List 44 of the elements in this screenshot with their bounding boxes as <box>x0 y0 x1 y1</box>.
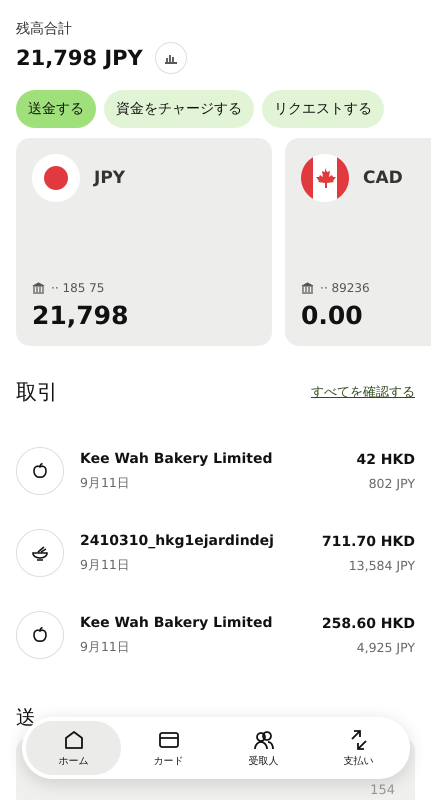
nav-tab[interactable]: カード <box>121 721 216 775</box>
chart-button[interactable] <box>154 42 187 74</box>
transaction-row[interactable]: Kee Wah Bakery Limited 9月11日 42 HKD 802 JPY <box>0 430 431 512</box>
converted-amount: 13,584 JPY <box>348 558 415 572</box>
transaction-amount: 711.70 HKD <box>322 534 415 550</box>
merchant-name: Kee Wah Bakery Limited <box>80 614 274 630</box>
bank-icon <box>32 282 45 294</box>
transaction-row[interactable]: Kee Wah Bakery Limited 9月11日 258.60 HKD 4,925 JPY <box>0 594 431 676</box>
transaction-row[interactable]: 2410310_hkg1ejardindej 9月11日 711.70 HKD 13,584 JPY <box>0 512 431 594</box>
action-button[interactable]: 送金する <box>16 90 96 128</box>
merchant-name: 2410310_hkg1ejardindej <box>80 532 275 548</box>
merchant-name: Kee Wah Bakery Limited <box>80 450 274 466</box>
converted-amount: 802 JPY <box>368 476 415 490</box>
see-all-link[interactable]: すべてを確認する <box>311 383 415 401</box>
balance-amount: 21,798 JPY <box>16 46 143 70</box>
balance-label: 残高合計 <box>16 20 73 38</box>
transaction-date: 9月11日 <box>80 556 131 574</box>
action-button[interactable]: 資金をチャージする <box>104 90 254 128</box>
currency-card[interactable]: JPY ·· 185 75 21,798 <box>16 138 272 346</box>
transaction-amount: 258.60 HKD <box>322 616 415 632</box>
currency-code: JPY <box>94 168 126 188</box>
nav-tab[interactable]: 受取人 <box>216 721 311 775</box>
home-icon <box>62 728 84 750</box>
calculator-value: 154 <box>370 783 395 800</box>
bank-icon <box>301 282 314 294</box>
nav-tab[interactable]: 支払い <box>311 721 406 775</box>
transaction-date: 9月11日 <box>80 638 131 656</box>
transaction-amount: 42 HKD <box>356 452 415 468</box>
section-title: 取引 <box>16 379 58 406</box>
converted-amount: 4,925 JPY <box>356 640 415 654</box>
transaction-date: 9月11日 <box>80 474 131 492</box>
account-number: ·· 185 75 <box>51 281 104 295</box>
japan-flag-icon <box>32 154 80 202</box>
apple-icon <box>30 625 50 645</box>
people-icon <box>252 728 274 750</box>
apple-icon <box>30 461 50 481</box>
currency-card[interactable]: CAD ·· 89236 0.00 <box>285 138 431 346</box>
bar-chart-icon <box>164 52 178 64</box>
currency-code: CAD <box>363 168 403 188</box>
account-balance: 0.00 <box>301 301 364 330</box>
account-balance: 21,798 <box>32 301 130 330</box>
action-button[interactable]: リクエストする <box>262 90 384 128</box>
account-number: ·· 89236 <box>320 281 370 295</box>
canada-flag-icon <box>301 154 349 202</box>
